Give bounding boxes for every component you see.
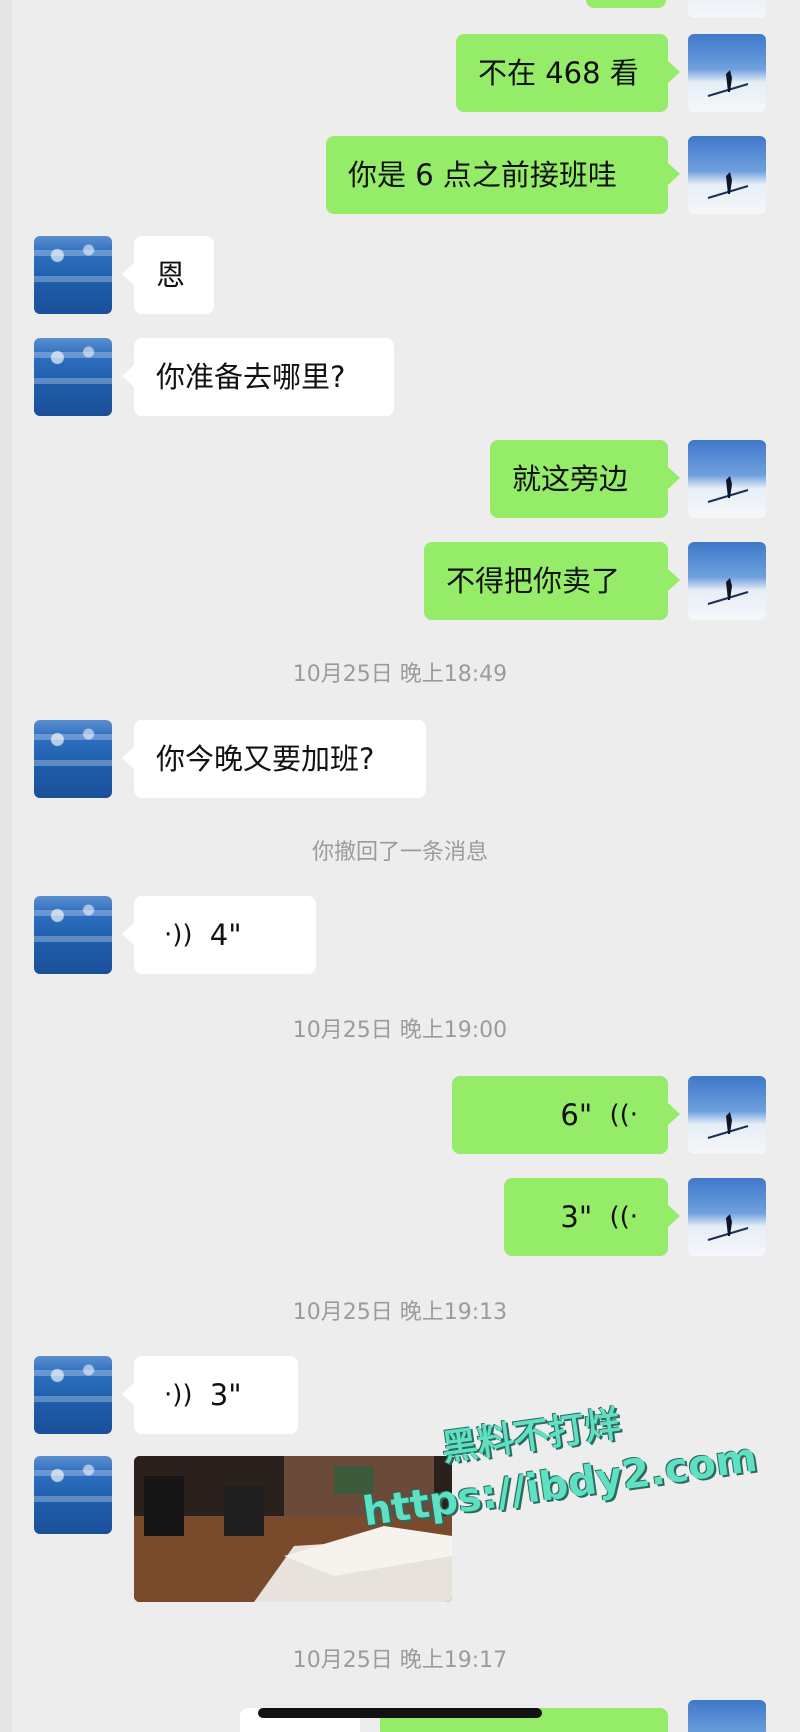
voice-wave-icon: ·)) (164, 920, 193, 950)
voice-message[interactable]: ·)) 4" (122, 896, 316, 974)
self-avatar[interactable] (688, 440, 766, 518)
recall-notice: 你撤回了一条消息 (311, 840, 488, 865)
timestamp: 10月25日 晚上19:00 (292, 1018, 508, 1043)
contact-avatar[interactable] (34, 896, 112, 974)
self-avatar[interactable] (688, 1076, 766, 1154)
message-bubble[interactable]: 恩 (122, 236, 214, 314)
voice-message[interactable]: 3" ((· (504, 1178, 680, 1256)
contact-avatar[interactable] (34, 720, 112, 798)
voice-message[interactable]: ·)) 3" (122, 1356, 298, 1434)
message-bubble[interactable]: 不得把你卖了 (424, 542, 680, 620)
voice-message[interactable]: 6" ((· (452, 1076, 680, 1154)
message-bubble[interactable]: 就这旁边 (490, 440, 680, 518)
voice-duration: 6" (560, 1098, 593, 1132)
voice-wave-icon: ((· (609, 1202, 638, 1232)
self-avatar[interactable] (688, 34, 766, 112)
self-avatar[interactable] (688, 136, 766, 214)
home-indicator[interactable] (258, 1708, 542, 1718)
timestamp: 10月25日 晚上19:17 (292, 1648, 508, 1673)
self-avatar[interactable] (688, 1178, 766, 1256)
voice-duration: 3" (560, 1200, 593, 1234)
contact-avatar[interactable] (34, 236, 112, 314)
message-bubble[interactable]: 你是 6 点之前接班哇 (326, 136, 680, 214)
self-avatar[interactable] (688, 1700, 766, 1732)
message-bubble[interactable]: 你准备去哪里? (122, 338, 394, 416)
timestamp: 10月25日 晚上19:13 (292, 1300, 508, 1325)
contact-avatar[interactable] (34, 338, 112, 416)
voice-wave-icon: ·)) (164, 1380, 193, 1410)
voice-wave-icon: ((· (609, 1100, 638, 1130)
timestamp: 10月25日 晚上18:49 (292, 662, 508, 687)
chat-view: 不在 468 看 你是 6 点之前接班哇 恩 你准备去哪里? 就这旁边 不得把你… (0, 0, 800, 1732)
voice-duration: 4" (209, 918, 242, 952)
contact-avatar[interactable] (34, 1456, 112, 1534)
voice-duration: 3" (209, 1378, 242, 1412)
screen-edge (0, 0, 12, 1732)
message-bubble[interactable]: 你今晚又要加班? (122, 720, 426, 798)
self-avatar[interactable] (688, 0, 766, 18)
contact-avatar[interactable] (34, 1356, 112, 1434)
self-avatar[interactable] (688, 542, 766, 620)
message-bubble[interactable]: 不在 468 看 (456, 34, 680, 112)
message-bubble-partial[interactable] (586, 0, 666, 8)
